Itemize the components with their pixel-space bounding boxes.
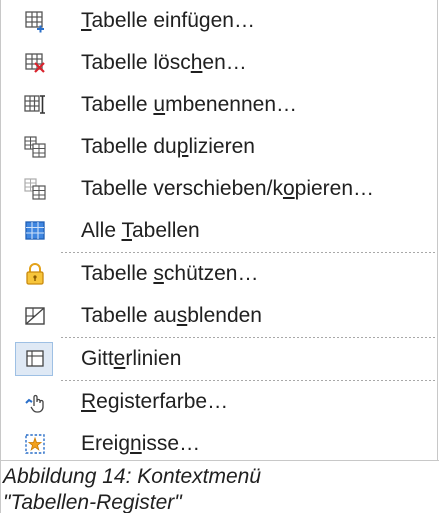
tab-color-icon	[25, 394, 44, 413]
menu-item-tab-color[interactable]: Registerfarbe…	[1, 381, 439, 423]
menu-item-label: Tabelle ausblenden	[81, 304, 262, 327]
menu-item-label: Tabelle schützen…	[81, 262, 259, 285]
delete-sheet-icon	[25, 53, 45, 73]
hide-sheet-icon	[25, 307, 45, 325]
duplicate-sheet-icon	[24, 136, 46, 158]
menu-item-duplicate-sheet[interactable]: Tabelle duplizieren	[1, 126, 439, 168]
rename-sheet-icon	[24, 95, 45, 114]
figure-frame: Tabelle einfügen… Tabelle löschen… Tabel…	[0, 0, 439, 513]
caption-line-2: "Tabellen-Register"	[3, 491, 182, 513]
menu-item-label: Tabelle umbenennen…	[81, 93, 298, 116]
gridlines-icon	[26, 350, 44, 367]
menu-item-rename-sheet[interactable]: Tabelle umbenennen…	[1, 84, 439, 126]
menu-item-label: Tabelle einfügen…	[81, 9, 255, 32]
menu-item-insert-sheet[interactable]: Tabelle einfügen…	[1, 0, 439, 42]
menu-item-label: Alle Tabellen	[81, 219, 200, 242]
lock-icon	[26, 263, 44, 285]
menu-item-label: Tabelle löschen…	[81, 51, 247, 74]
menu-item-label: Registerfarbe…	[81, 390, 229, 413]
menu-item-label: Ereignisse…	[81, 432, 201, 455]
menu-item-label: Tabelle duplizieren	[81, 135, 255, 158]
move-sheet-icon	[24, 178, 46, 200]
figure-caption: Abbildung 14: Kontextmenü "Tabellen-Regi…	[1, 460, 439, 513]
menu-item-events[interactable]: Ereignisse…	[1, 423, 439, 465]
menu-item-hide-sheet[interactable]: Tabelle ausblenden	[1, 295, 439, 337]
context-menu: Tabelle einfügen… Tabelle löschen… Tabel…	[1, 0, 439, 465]
menu-item-select-all-sheets[interactable]: Alle Tabellen	[1, 210, 439, 252]
menu-item-protect-sheet[interactable]: Tabelle schützen…	[1, 253, 439, 295]
caption-line-1: Abbildung 14: Kontextmenü	[3, 465, 262, 488]
menu-item-move-copy-sheet[interactable]: Tabelle verschieben/kopieren…	[1, 168, 439, 210]
menu-item-label: Gitterlinien	[81, 347, 182, 370]
insert-sheet-icon	[25, 11, 44, 33]
menu-item-label: Tabelle verschieben/kopieren…	[81, 177, 375, 200]
menu-item-gridlines[interactable]: Gitterlinien	[1, 338, 439, 380]
menu-item-delete-sheet[interactable]: Tabelle löschen…	[1, 42, 439, 84]
select-all-sheets-icon	[25, 221, 45, 240]
events-icon	[25, 434, 45, 454]
